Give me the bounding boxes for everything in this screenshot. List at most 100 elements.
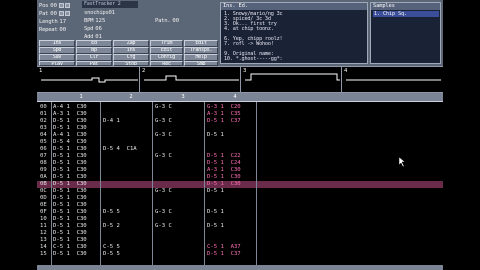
pattern-cell[interactable]: D-5 1 C30 — [53, 223, 87, 230]
selected-sample[interactable]: 1. Chip Sq. — [373, 11, 439, 17]
songname-field[interactable]: snochips01 — [84, 9, 115, 16]
pattern-cell[interactable]: D-5 1 C30 — [53, 251, 87, 258]
pattern-row[interactable]: 0B D-5 1 C30 D-5 1 C30 — [37, 181, 443, 188]
position-up-arrow-icon[interactable] — [58, 3, 64, 8]
pattern-cell[interactable]: D-5 1 C30 — [207, 181, 241, 188]
pattern-cell[interactable]: D-5 1 C30 — [53, 202, 87, 209]
pattern-cell[interactable]: G-3 C — [155, 153, 172, 160]
pattern-cell[interactable]: D-5 1 — [207, 188, 224, 195]
pattern-cell[interactable]: A-3 1 C30 — [207, 167, 241, 174]
pattern-row[interactable]: 0D D-5 1 C30 — [37, 195, 443, 202]
scope-channel-4[interactable]: 4 — [342, 67, 443, 93]
pattern-cell[interactable]: D-5 1 — [207, 132, 224, 139]
scope-channel-1[interactable]: 1 — [37, 67, 140, 93]
pattern-cell[interactable]: C-5 5 — [103, 244, 120, 251]
button-spd[interactable]: Spd — [39, 47, 75, 54]
button-ed[interactable]: Ed — [76, 40, 112, 47]
channel-header-4[interactable]: 4 — [205, 94, 265, 101]
channel-header-3[interactable]: 3 — [153, 94, 213, 101]
pattern-cell[interactable]: D-5 4 C30 — [53, 139, 87, 146]
pattern-cell[interactable]: A-3 1 C35 — [207, 111, 241, 118]
pattern-cell[interactable]: A-4 1 C30 — [53, 132, 87, 139]
pattern-row[interactable]: 08 D-5 1 C30 D-5 1 C24 — [37, 160, 443, 167]
pattern-cell[interactable]: G-3 C — [155, 132, 172, 139]
pattern-row[interactable]: 04 A-4 1 C30 G-3 C D-5 1 — [37, 132, 443, 139]
pattern-cell[interactable]: A-4 1 C30 — [53, 104, 87, 111]
pattern-row[interactable]: 10 D-5 1 C30 — [37, 216, 443, 223]
pattern-up-arrow-icon[interactable] — [58, 11, 64, 16]
pattern-cell[interactable]: D-5 1 C30 — [53, 167, 87, 174]
pattern-cell[interactable]: D-5 1 C30 — [53, 153, 87, 160]
button-cfg[interactable]: Cfg — [113, 54, 149, 61]
button-ins[interactable]: Ins — [39, 40, 75, 47]
pattern-row[interactable]: 12 D-5 1 C30 — [37, 230, 443, 237]
pattern-row[interactable]: 05 D-5 4 C30 — [37, 139, 443, 146]
pattern-down-arrow-icon[interactable] — [64, 11, 70, 16]
pattern-cell[interactable]: D-4 1 — [103, 118, 120, 125]
pattern-row[interactable]: 0C D-5 1 C30 G-3 C D-5 1 — [37, 188, 443, 195]
pattern-cell[interactable]: G-3 C — [155, 104, 172, 111]
channel-header-2[interactable]: 2 — [101, 94, 161, 101]
pattern-cell[interactable]: G-3 C — [155, 223, 172, 230]
pattern-cell[interactable]: A-3 1 C30 — [53, 111, 87, 118]
button-ins-2[interactable]: ins — [113, 47, 149, 54]
pattern-row[interactable]: 06 D-5 1 C30 D-5 4 C1A — [37, 146, 443, 153]
pattern-cell[interactable]: G-3 1 C20 — [207, 104, 241, 111]
pattern-cell[interactable]: D-5 1 C30 — [53, 188, 87, 195]
scope-channel-3[interactable]: 3 — [241, 67, 342, 93]
pattern-row[interactable]: 01 A-3 1 C30 A-3 1 C35 — [37, 111, 443, 118]
pattern-cell[interactable]: D-5 1 C30 — [53, 230, 87, 237]
pattern-row[interactable]: 02 D-5 1 C30 D-4 1 G-3 C D-5 1 C37 — [37, 118, 443, 125]
pattern-cell[interactable]: D-5 1 C37 — [207, 251, 241, 258]
pattern-row[interactable]: 00 A-4 1 C30 G-3 C G-3 1 C20 — [37, 104, 443, 111]
scope-channel-2[interactable]: 2 — [140, 67, 241, 93]
button-config[interactable]: Config — [150, 54, 183, 61]
pattern-cell[interactable]: D-5 2 — [103, 223, 120, 230]
pattern-cell[interactable]: D-5 1 C30 — [53, 174, 87, 181]
button-transpose[interactable]: Transps. — [184, 47, 218, 54]
pattern-cell[interactable]: D-5 1 C30 — [53, 237, 87, 244]
pattern-row[interactable]: 07 D-5 1 C30 G-3 C D-5 1 C22 — [37, 153, 443, 160]
pattern-row[interactable]: 09 D-5 1 C30 A-3 1 C30 — [37, 167, 443, 174]
pattern-row[interactable]: 0F D-5 1 C30 D-5 5 G-3 C D-5 1 — [37, 209, 443, 216]
button-bp[interactable]: Bp — [76, 47, 112, 54]
button-edit-2[interactable]: Edit — [150, 47, 183, 54]
button-edit[interactable]: Edit — [184, 40, 218, 47]
pattern-cell[interactable]: G-3 C — [155, 188, 172, 195]
pattern-cell[interactable]: G-3 C — [155, 209, 172, 216]
pattern-cell[interactable]: D-5 5 — [103, 251, 120, 258]
button-clear[interactable]: Clr — [76, 54, 112, 61]
pattern-cell[interactable]: D-5 1 C30 — [53, 146, 87, 153]
pattern-editor[interactable]: 1 2 3 4 00 A-4 1 C30 G-3 C G-3 1 C20 01 A-3 1… — [37, 93, 443, 270]
button-save[interactable]: Sav — [39, 54, 75, 61]
pattern-cell[interactable]: D-5 5 — [103, 209, 120, 216]
pattern-cell[interactable]: D-5 1 C30 — [53, 118, 87, 125]
pattern-row[interactable]: 0A D-5 1 C30 D-5 1 C30 — [37, 174, 443, 181]
button-help[interactable]: Help — [184, 54, 218, 61]
pattern-cell[interactable]: D-5 1 C30 — [53, 209, 87, 216]
pattern-cell[interactable]: D-5 1 C30 — [53, 160, 87, 167]
pattern-row[interactable]: 03 D-5 1 C30 — [37, 125, 443, 132]
pattern-cell[interactable]: D-5 1 C24 — [207, 160, 241, 167]
pattern-cell[interactable]: D-5 1 — [207, 209, 224, 216]
pattern-cell[interactable]: D-5 1 C30 — [53, 195, 87, 202]
pattern-row[interactable]: 11 D-5 1 C30 D-5 2 G-3 C D-5 1 — [37, 223, 443, 230]
pattern-cell[interactable]: D-5 1 C30 — [207, 174, 241, 181]
pattern-cell[interactable]: D-5 1 C37 — [207, 118, 241, 125]
pattern-cell[interactable]: C-5 1 A37 — [207, 244, 241, 251]
pattern-cell[interactable]: D-5 1 C30 — [53, 216, 87, 223]
button-trim[interactable]: Trim — [150, 40, 183, 47]
pattern-row[interactable]: 13 D-5 1 C30 — [37, 237, 443, 244]
pattern-cell[interactable]: D-5 1 C30 — [53, 125, 87, 132]
button-zap[interactable]: Zap — [113, 40, 149, 47]
pattern-cell[interactable]: D-5 4 C1A — [103, 146, 137, 153]
pattern-cell[interactable]: C-5 1 C30 — [53, 244, 87, 251]
pattern-row[interactable]: 15 D-5 1 C30 D-5 5 D-5 1 C37 — [37, 251, 443, 258]
pattern-row[interactable]: 0E D-5 1 C30 — [37, 202, 443, 209]
pattern-row[interactable]: 14 C-5 1 C30 C-5 5 C-5 1 A37 — [37, 244, 443, 251]
pattern-cell[interactable]: D-5 1 C22 — [207, 153, 241, 160]
pattern-cell[interactable]: D-5 1 — [207, 223, 224, 230]
pattern-cell[interactable]: G-3 C — [155, 118, 172, 125]
pattern-cell[interactable]: D-5 1 C30 — [53, 181, 87, 188]
position-down-arrow-icon[interactable] — [64, 3, 70, 8]
